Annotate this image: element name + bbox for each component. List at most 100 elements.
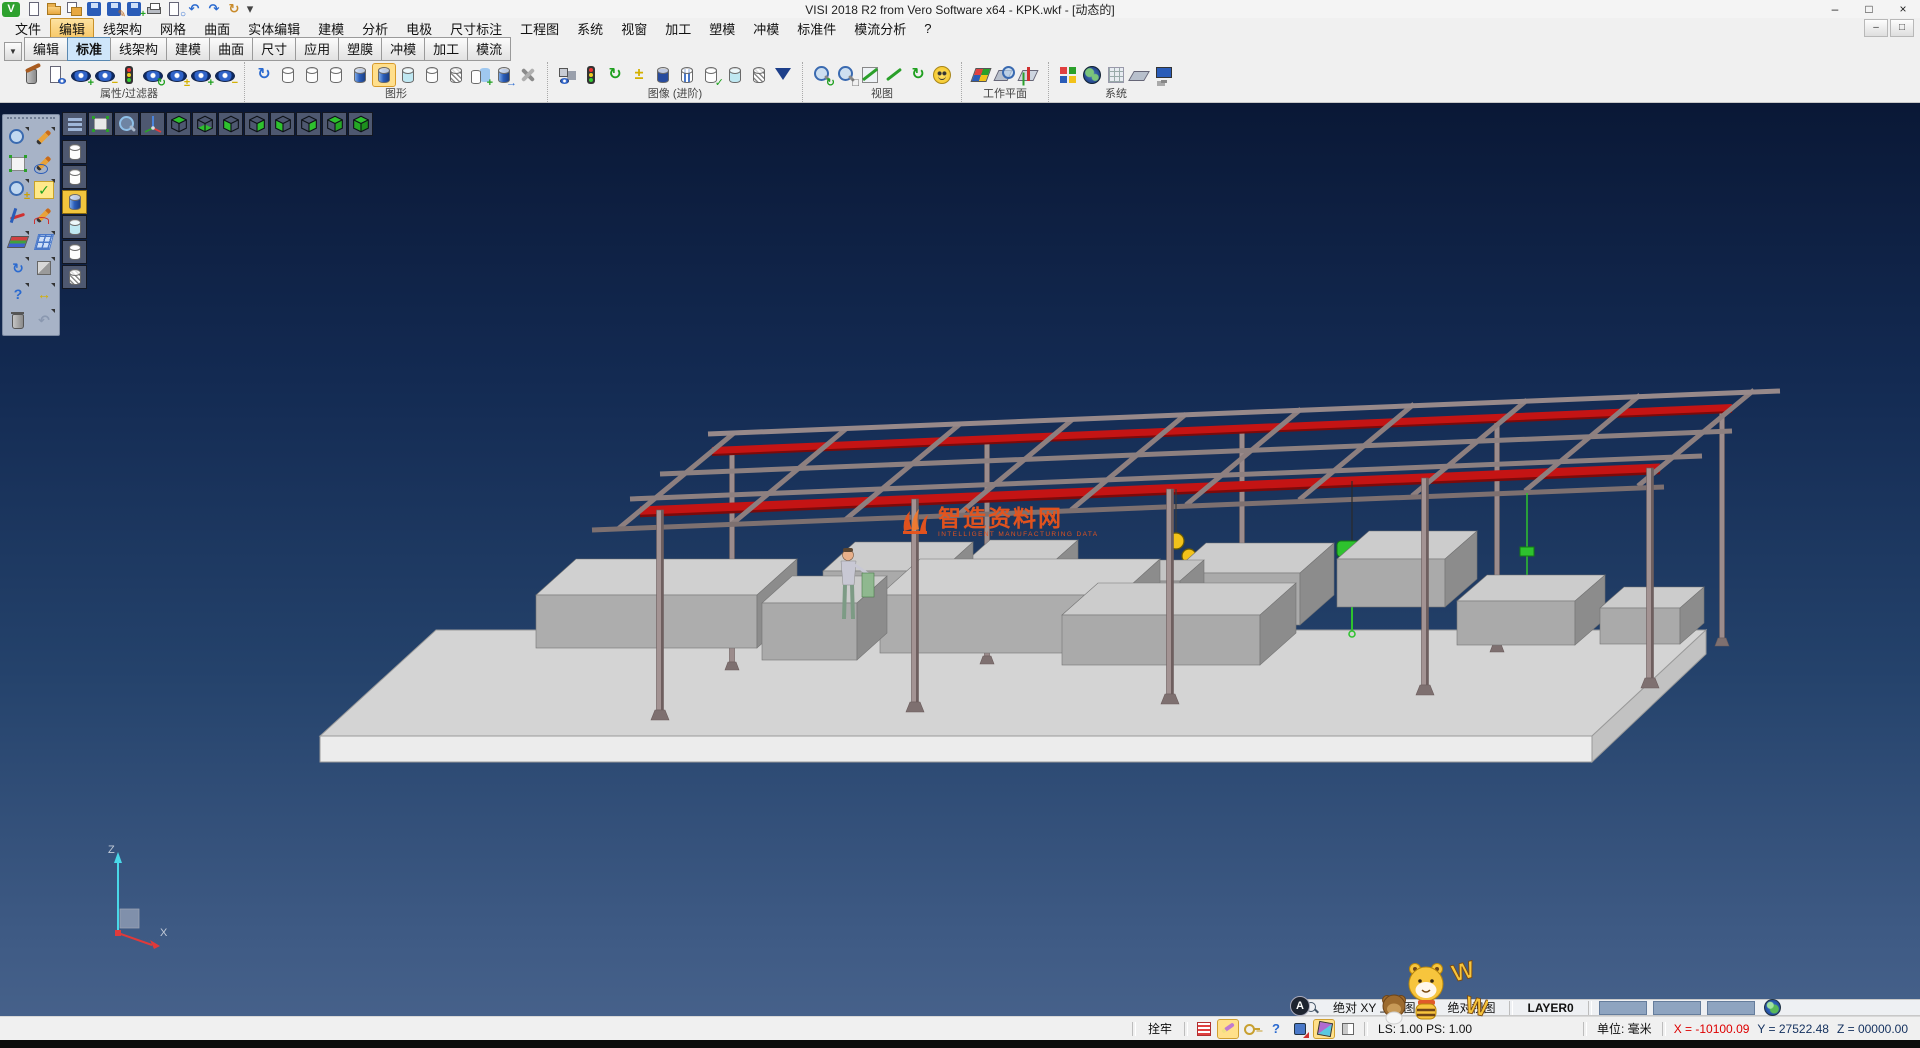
menu-item-14[interactable]: 塑模: [700, 18, 744, 39]
help-icon[interactable]: ?: [6, 282, 30, 306]
zoom-fit-icon[interactable]: [88, 112, 113, 136]
active-layer-label[interactable]: LAYER0: [1517, 1001, 1583, 1015]
menu-item-8[interactable]: 电极: [397, 18, 441, 39]
sketch-ellipse-icon[interactable]: [32, 152, 56, 176]
tab-2[interactable]: 线架构: [110, 37, 167, 61]
menu-item-6[interactable]: 建模: [309, 18, 353, 39]
filter-wire-1-icon[interactable]: [62, 140, 87, 164]
menu-item-12[interactable]: 视窗: [612, 18, 656, 39]
system-colors-icon[interactable]: [1057, 64, 1079, 86]
wcs-axis-icon[interactable]: [6, 204, 30, 228]
view-list-icon[interactable]: [62, 112, 87, 136]
view-left-icon[interactable]: [270, 112, 295, 136]
view-iso-icon[interactable]: [322, 112, 347, 136]
menu-item-10[interactable]: 工程图: [511, 18, 568, 39]
3d-scene[interactable]: [0, 103, 1920, 1016]
maximize-button[interactable]: □: [1852, 0, 1886, 18]
child-minimize-button[interactable]: –: [1864, 19, 1888, 37]
style-shaded-icon[interactable]: [724, 64, 746, 86]
tab-6[interactable]: 应用: [295, 37, 339, 61]
layer-solid-icon[interactable]: [349, 64, 371, 86]
view-back-icon[interactable]: [244, 112, 269, 136]
solid-cube-icon[interactable]: [32, 256, 56, 280]
view-frame-icon[interactable]: [859, 64, 881, 86]
menu-item-2[interactable]: 线架构: [94, 18, 151, 39]
tab-4[interactable]: 曲面: [209, 37, 253, 61]
measure-icon[interactable]: ↔: [32, 282, 56, 306]
menu-item-4[interactable]: 曲面: [195, 18, 239, 39]
magic-wand-icon[interactable]: [1218, 1020, 1238, 1038]
edit-pencil-icon[interactable]: [32, 126, 56, 150]
viewport-3d[interactable]: ±✓↻?↔↶ 智造资料网 INTELLIGENT MANUFACTURING D…: [0, 103, 1920, 1016]
style-hatch-icon[interactable]: [748, 64, 770, 86]
app-logo-icon[interactable]: V: [2, 2, 20, 17]
tab-10[interactable]: 模流: [467, 37, 511, 61]
snap-filter-icon[interactable]: [1194, 1020, 1214, 1038]
filter-shaded-icon[interactable]: [62, 215, 87, 239]
redo-icon[interactable]: ↷: [205, 1, 223, 17]
system-snap-plane-icon[interactable]: [1129, 64, 1151, 86]
menu-item-13[interactable]: 加工: [656, 18, 700, 39]
print-icon[interactable]: [145, 1, 163, 17]
zoom-refresh-icon[interactable]: ↻: [811, 64, 833, 86]
style-solid-icon[interactable]: [652, 64, 674, 86]
layer-tools-icon[interactable]: [517, 64, 539, 86]
view-front-icon[interactable]: [218, 112, 243, 136]
shade-traffic-light-icon[interactable]: [580, 64, 602, 86]
layer-palette-icon[interactable]: [6, 230, 30, 254]
menu-item-1[interactable]: 编辑: [50, 18, 94, 39]
layer-stack-icon[interactable]: +: [469, 64, 491, 86]
filter-hatch-icon[interactable]: [62, 265, 87, 289]
layer-wire-3-icon[interactable]: [325, 64, 347, 86]
toolbar-options-icon[interactable]: ▾: [245, 1, 255, 17]
axes-triad-icon[interactable]: [140, 112, 165, 136]
history-icon[interactable]: ↻: [225, 1, 243, 17]
save-icon[interactable]: [85, 1, 103, 17]
system-grid-icon[interactable]: [1105, 64, 1127, 86]
insert-model-icon[interactable]: [65, 1, 83, 17]
view-smiley-icon[interactable]: [931, 64, 953, 86]
minimize-button[interactable]: –: [1818, 0, 1852, 18]
close-button[interactable]: ×: [1886, 0, 1920, 18]
redraw-icon[interactable]: ↻: [6, 256, 30, 280]
zoom-select-icon[interactable]: [6, 126, 30, 150]
layer-copy-icon[interactable]: →: [493, 64, 515, 86]
filter-solid-active-icon[interactable]: [62, 190, 87, 214]
shade-refresh-icon[interactable]: ↻: [604, 64, 626, 86]
layer-shaded-icon[interactable]: [397, 64, 419, 86]
menu-item-0[interactable]: 文件: [6, 18, 50, 39]
grid-plane-icon[interactable]: [32, 230, 56, 254]
system-world-icon[interactable]: [1081, 64, 1103, 86]
view-iso-shaded-icon[interactable]: [348, 112, 373, 136]
tab-1[interactable]: 标准: [67, 37, 111, 61]
key-icon[interactable]: [1242, 1020, 1262, 1038]
menu-item-3[interactable]: 网格: [151, 18, 195, 39]
view-rotate-icon[interactable]: ↻: [907, 64, 929, 86]
window-half-icon[interactable]: [1338, 1020, 1358, 1038]
layer-hatch-icon[interactable]: [445, 64, 467, 86]
refresh-visibility-icon[interactable]: ↻: [142, 64, 164, 86]
menu-item-15[interactable]: 冲模: [744, 18, 788, 39]
system-monitor-icon[interactable]: [1153, 64, 1175, 86]
zoom-scale-icon[interactable]: ±: [6, 178, 30, 202]
workplane-axis-icon[interactable]: [1018, 64, 1040, 86]
tab-9[interactable]: 加工: [424, 37, 468, 61]
menu-item-16[interactable]: 标准件: [788, 18, 845, 39]
ucs-cube-icon[interactable]: [1314, 1020, 1334, 1038]
show-all-icon[interactable]: +: [190, 64, 212, 86]
layer-wire-1-icon[interactable]: [277, 64, 299, 86]
toolbar-dropdown-caret[interactable]: ▼: [4, 42, 22, 61]
regenerate-icon[interactable]: ↻: [253, 64, 275, 86]
save-as-icon[interactable]: ✎: [105, 1, 123, 17]
print-preview-icon[interactable]: ○: [165, 1, 183, 17]
filter-blank-icon[interactable]: [62, 240, 87, 264]
workplane-view-icon[interactable]: [994, 64, 1016, 86]
menu-item-9[interactable]: 尺寸标注: [441, 18, 511, 39]
new-file-icon[interactable]: [25, 1, 43, 17]
child-restore-button[interactable]: □: [1890, 19, 1914, 37]
hide-all-icon[interactable]: −: [214, 64, 236, 86]
menu-item-17[interactable]: 模流分析: [845, 18, 915, 39]
menu-item-7[interactable]: 分析: [353, 18, 397, 39]
zoom-extent-icon[interactable]: □: [835, 64, 857, 86]
tab-8[interactable]: 冲模: [381, 37, 425, 61]
